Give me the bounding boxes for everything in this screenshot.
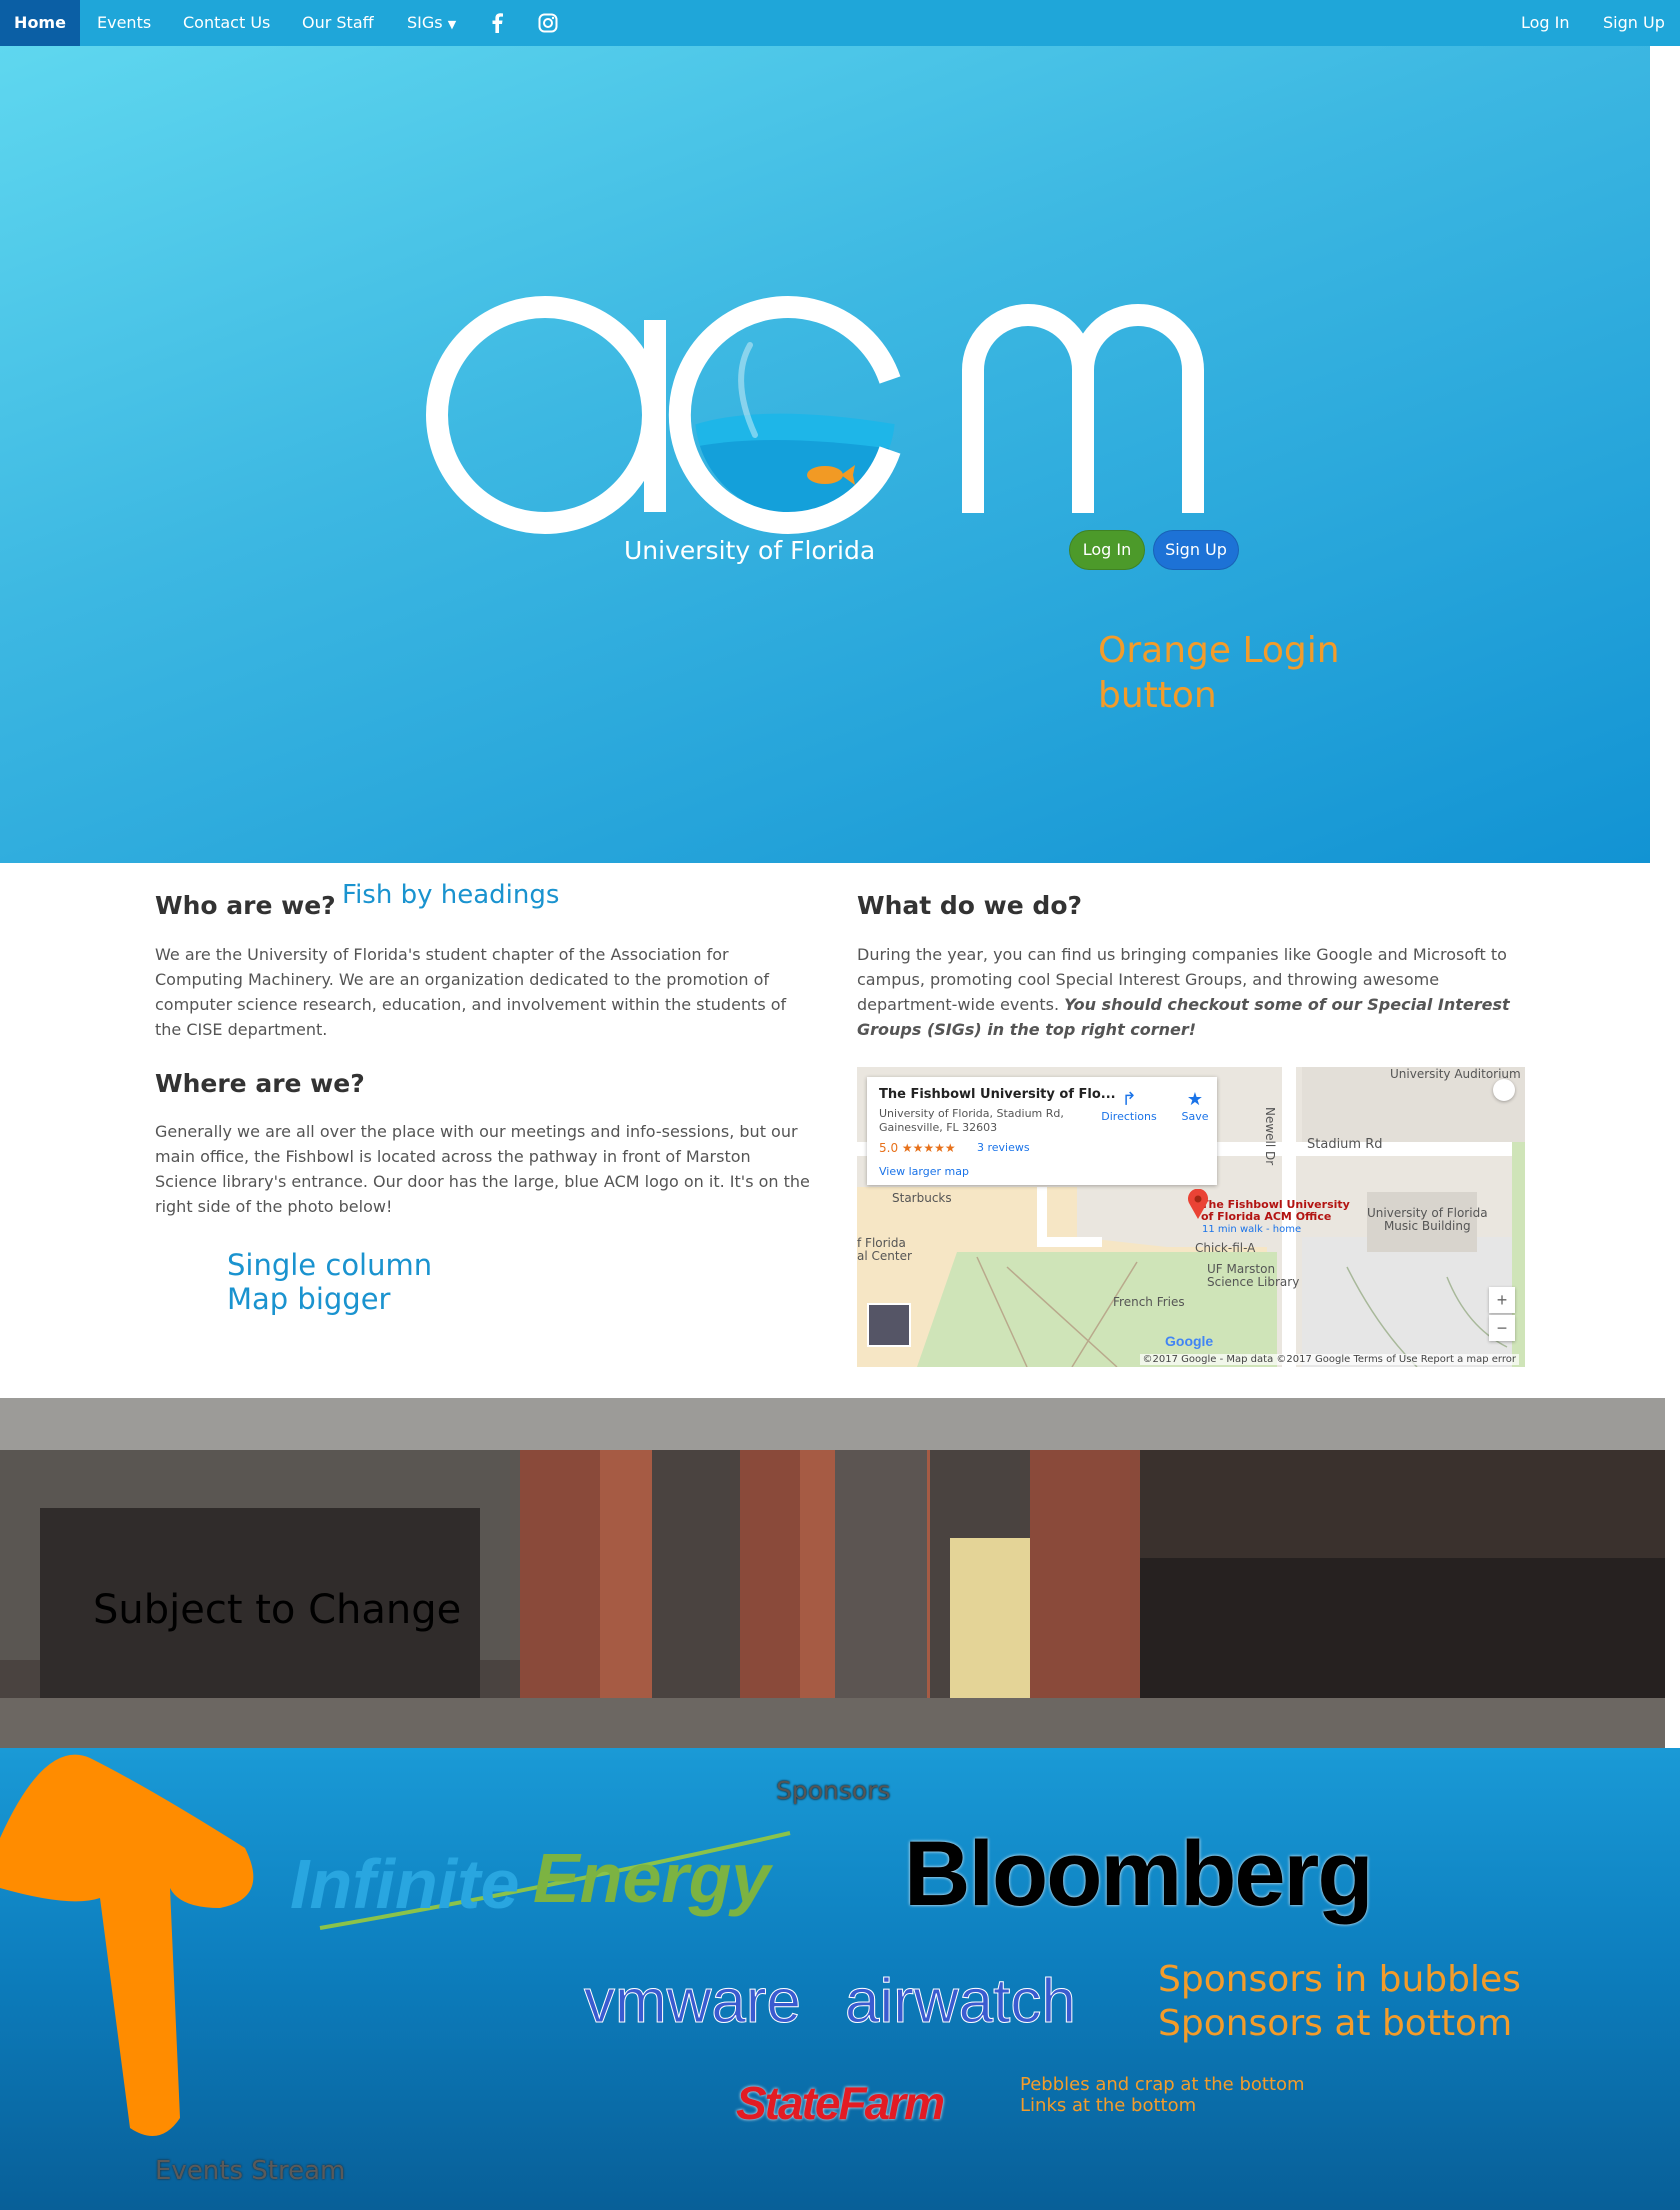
map-label-music: University of Florida Music Building — [1367, 1206, 1488, 1233]
save-label: Save — [1181, 1110, 1209, 1123]
annotation-orange-login: Orange Login button — [1098, 628, 1340, 718]
directions-label: Directions — [1101, 1110, 1157, 1123]
star-icon: ★ — [1186, 1089, 1204, 1110]
map-label-stadium: Stadium Rd — [1307, 1137, 1383, 1152]
annotation-subject-to-change: Subject to Change — [93, 1587, 462, 1633]
google-logo: Google — [1165, 1333, 1214, 1349]
map-label-french-fries: French Fries — [1113, 1295, 1185, 1309]
statefarm-logo[interactable]: StateFarm — [736, 2076, 945, 2130]
who-text: We are the University of Florida's stude… — [155, 945, 787, 1039]
annotation-line: Pebbles and crap at the bottom — [1020, 2074, 1305, 2095]
annotation-single-column: Single column Map bigger — [227, 1248, 432, 1316]
nav-sigs-dropdown[interactable]: SIGs ▼ — [407, 0, 456, 46]
who-heading: Who are we? — [155, 891, 336, 920]
nav-contact-link[interactable]: Contact Us — [183, 0, 270, 46]
annotation-line: Map bigger — [227, 1282, 391, 1316]
map-reviews-link[interactable]: 3 reviews — [977, 1141, 1030, 1154]
map-larger-link[interactable]: View larger map — [879, 1165, 969, 1178]
nav-events-link[interactable]: Events — [97, 0, 151, 46]
map-directions-button[interactable]: ↱ Directions — [1099, 1089, 1159, 1123]
map-pin-icon[interactable] — [1187, 1188, 1209, 1224]
hero-login-button[interactable]: Log In — [1069, 530, 1145, 570]
caret-down-icon: ▼ — [447, 18, 457, 31]
nav-login-link[interactable]: Log In — [1521, 0, 1570, 46]
nav-sigs-label: SIGs — [407, 13, 443, 32]
energy-word-text: Energy — [533, 1839, 771, 1917]
map-place-title: The Fishbowl University of Flo... — [879, 1087, 1116, 1102]
annotation-line: Links at the bottom — [1020, 2095, 1197, 2116]
map-place-address: University of Florida, Stadium Rd, Gaine… — [879, 1107, 1064, 1134]
infinite-word: Infinite — [290, 1845, 519, 1923]
directions-icon: ↱ — [1121, 1089, 1137, 1110]
map-zoom-in-button[interactable]: + — [1489, 1287, 1515, 1313]
top-navbar: Home Events Contact Us Our Staff SIGs ▼ … — [0, 0, 1680, 46]
where-heading: Where are we? — [155, 1069, 365, 1098]
map-place-rating: 5.0 ★★★★★ — [879, 1141, 956, 1155]
orange-arrow-drawing — [0, 1754, 254, 2136]
map-label-fishbowl: The Fishbowl University of Florida ACM O… — [1201, 1198, 1350, 1223]
what-heading: What do we do? — [857, 891, 1082, 920]
nav-signup-link[interactable]: Sign Up — [1603, 0, 1665, 46]
annotation-line: Sponsors at bottom — [1158, 2003, 1513, 2044]
facebook-icon[interactable] — [482, 0, 512, 46]
annotation-line: button — [1098, 675, 1217, 716]
map-label-chickfila: Chick-fil-A — [1195, 1241, 1256, 1255]
nav-staff-link[interactable]: Our Staff — [302, 0, 374, 46]
vmware-logo[interactable]: vmware — [583, 1966, 801, 2037]
annotation-line: Single column — [227, 1248, 433, 1282]
annotation-pebbles: Pebbles and crap at the bottom Links at … — [1020, 2074, 1305, 2116]
annotation-line: Orange Login — [1098, 630, 1340, 671]
location-map[interactable]: The Fishbowl University of Flo... Univer… — [857, 1067, 1525, 1367]
annotation-sponsors-bubbles: Sponsors in bubbles Sponsors at bottom — [1158, 1958, 1521, 2046]
map-label-newell: Newell Dr — [1263, 1107, 1277, 1166]
airwatch-logo[interactable]: airwatch — [845, 1966, 1077, 2037]
map-label-walk: 11 min walk - home — [1202, 1224, 1302, 1235]
map-label-marston: UF Marston Science Library — [1207, 1262, 1300, 1289]
acm-fishbowl-logo — [426, 296, 1204, 534]
map-save-button[interactable]: ★ Save — [1175, 1089, 1215, 1123]
photo-scene — [0, 1398, 1665, 1748]
sponsors-title: Sponsors — [776, 1776, 891, 1805]
nav-home-link[interactable]: Home — [0, 0, 80, 46]
where-text: Generally we are all over the place with… — [155, 1122, 810, 1216]
map-label-florida-center: f Florida al Center — [857, 1236, 912, 1263]
map-footer: ©2017 Google - Map data ©2017 Google Ter… — [1139, 1354, 1519, 1365]
annotation-fish-headings: Fish by headings — [342, 880, 560, 910]
fishbowl-photo — [0, 1398, 1665, 1748]
annotation-events-stream: Events Stream — [155, 2156, 346, 2186]
bloomberg-logo[interactable]: Bloomberg — [904, 1822, 1374, 1927]
map-place-card: The Fishbowl University of Flo... Univer… — [867, 1077, 1217, 1185]
what-text: During the year, you can find us bringin… — [857, 942, 1517, 1042]
hero-subtitle: University of Florida — [624, 536, 876, 565]
map-zoom-out-button[interactable]: − — [1489, 1315, 1515, 1341]
instagram-icon[interactable] — [533, 0, 563, 46]
map-label-starbucks: Starbucks — [892, 1191, 952, 1205]
map-location-icon[interactable] — [1493, 1079, 1515, 1101]
hero-signup-button[interactable]: Sign Up — [1153, 530, 1239, 570]
annotation-line: Sponsors in bubbles — [1158, 1959, 1521, 2000]
map-satellite-toggle[interactable] — [867, 1303, 911, 1347]
